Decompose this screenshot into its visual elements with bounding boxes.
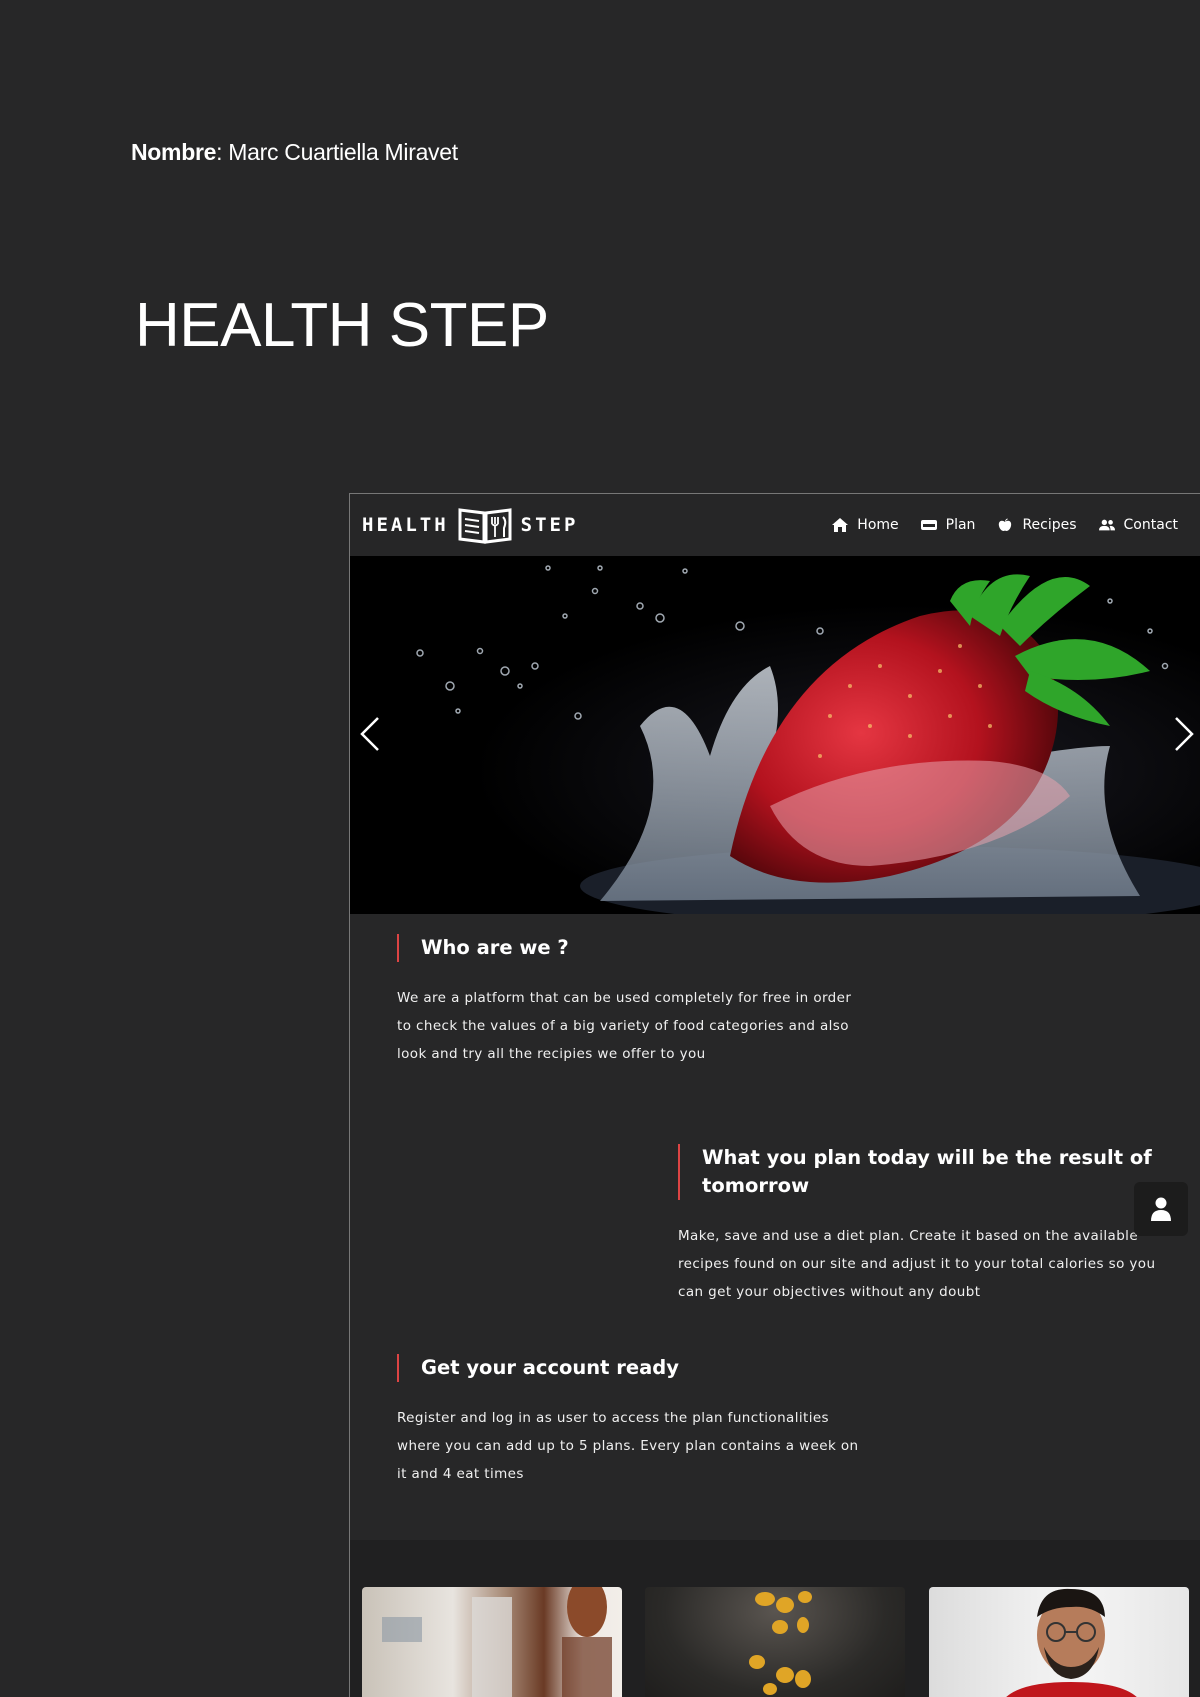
chevron-right-icon — [1175, 717, 1194, 751]
person-in-kitchen-photo — [382, 1587, 612, 1697]
carousel-next-button[interactable] — [1172, 716, 1196, 752]
cards-band — [350, 1540, 1200, 1697]
section-title: Who are we ? — [397, 934, 867, 962]
main-menu: Home Plan Recipes Contact — [832, 517, 1178, 533]
apple-icon — [999, 518, 1012, 531]
website-screenshot: HEALTH STEP Home Plan Recipes Contact Wh… — [349, 493, 1200, 1697]
hero-carousel[interactable] — [350, 556, 1200, 914]
card-icon — [920, 520, 937, 530]
users-icon — [1098, 519, 1115, 531]
home-icon — [832, 518, 849, 532]
user-icon — [1151, 1197, 1171, 1221]
logo-text-left: HEALTH — [362, 514, 449, 536]
author-separator: : — [216, 139, 229, 165]
chevron-left-icon — [360, 717, 379, 751]
section-plan-today: What you plan today will be the result o… — [678, 1144, 1158, 1306]
section-text: We are a platform that can be used compl… — [397, 990, 852, 1062]
section-text: Make, save and use a diet plan. Create i… — [678, 1228, 1156, 1300]
section-who-are-we: Who are we ? We are a platform that can … — [397, 934, 867, 1068]
falling-cereal-photo — [749, 1591, 812, 1695]
nav-plan[interactable]: Plan — [920, 517, 976, 533]
nav-contact[interactable]: Contact — [1098, 517, 1178, 533]
user-account-button[interactable] — [1134, 1182, 1188, 1236]
nav-home-label: Home — [857, 517, 899, 533]
nav-plan-label: Plan — [945, 517, 976, 533]
section-title: What you plan today will be the result o… — [678, 1144, 1158, 1200]
section-account-ready: Get your account ready Register and log … — [397, 1354, 867, 1488]
author-label: Nombre — [131, 139, 217, 165]
card-kitchen-photo[interactable] — [362, 1587, 622, 1697]
nav-home[interactable]: Home — [832, 517, 899, 533]
author-name: Marc Cuartiella Miravet — [228, 139, 458, 165]
section-title: Get your account ready — [397, 1354, 867, 1382]
author-line: Nombre: Marc Cuartiella Miravet — [131, 139, 458, 166]
smiling-man-photo — [1006, 1588, 1137, 1697]
navbar: HEALTH STEP Home Plan Recipes Contact — [350, 494, 1200, 556]
nav-recipes[interactable]: Recipes — [997, 517, 1077, 533]
book-fork-knife-icon — [458, 508, 512, 544]
section-text: Register and log in as user to access th… — [397, 1410, 859, 1482]
document-title: HEALTH STEP — [135, 291, 549, 360]
logo-text-right: STEP — [520, 514, 579, 536]
card-cereal-photo[interactable] — [645, 1587, 905, 1697]
card-man-photo[interactable] — [929, 1587, 1189, 1697]
strawberry-splash-image — [416, 565, 1200, 914]
nav-contact-label: Contact — [1123, 517, 1178, 533]
site-logo[interactable]: HEALTH STEP — [362, 506, 578, 544]
carousel-prev-button[interactable] — [358, 716, 382, 752]
nav-recipes-label: Recipes — [1022, 517, 1077, 533]
